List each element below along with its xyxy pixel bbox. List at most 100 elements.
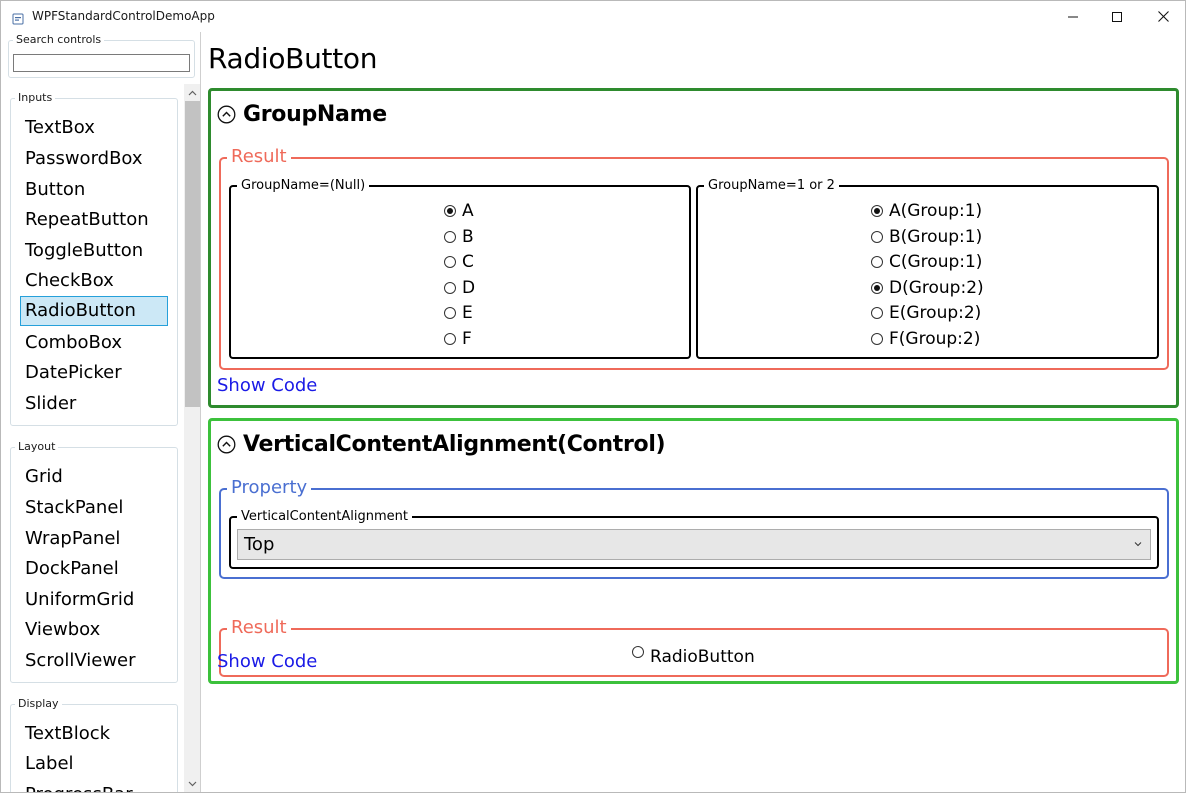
nav-item-textblock[interactable]: TextBlock [20,719,168,749]
vertical-content-alignment-combobox[interactable]: Top [237,529,1151,560]
collapse-icon[interactable] [217,435,236,454]
nav-item-combobox[interactable]: ComboBox [20,328,168,358]
scroll-up-button[interactable] [184,84,200,101]
radio-label: RadioButton [650,647,755,667]
title-bar[interactable]: WPFStandardControlDemoApp [1,1,1185,32]
nav-item-progressbar[interactable]: ProgressBar [20,780,168,792]
scroll-down-button[interactable] [184,775,200,792]
show-code-link[interactable]: Show Code [217,651,317,672]
navigation-pane: Search controls Inputs TextBox PasswordB… [1,32,201,792]
radio-label: D [462,278,476,298]
radio-indicator [444,231,456,243]
category-display: Display TextBlock Label ProgressBar [10,698,178,792]
section-header[interactable]: VerticalContentAlignment(Control) [217,432,666,457]
result-label: Result [227,617,291,639]
nav-item-scrollviewer[interactable]: ScrollViewer [20,646,168,676]
radio-indicator [871,307,883,319]
vertical-scrollbar[interactable] [184,84,200,792]
radio-label: B(Group:1) [889,227,983,247]
radio-indicator [444,307,456,319]
page-title: RadioButton [208,42,378,75]
radio-indicator [871,333,883,345]
collapse-icon[interactable] [217,105,236,124]
radio-indicator [444,205,456,217]
nav-item-passwordbox[interactable]: PasswordBox [20,144,168,174]
maximize-icon [1112,11,1122,22]
minimize-button[interactable] [1050,1,1096,32]
group-1-or-2-box: GroupName=1 or 2 A(Group:1) B(Group:1) C… [696,178,1159,359]
combobox-selected-value: Top [244,534,275,555]
group-null-box: GroupName=(Null) A B C D E F [229,178,691,359]
nav-item-stackpanel[interactable]: StackPanel [20,493,168,523]
radio-indicator [444,282,456,294]
nav-item-togglebutton[interactable]: ToggleButton [20,236,168,266]
nav-item-checkbox[interactable]: CheckBox [20,266,168,296]
radio-d-group2[interactable]: D(Group:2) [871,278,984,298]
nav-item-dockpanel[interactable]: DockPanel [20,554,168,584]
category-label: Inputs [15,92,56,104]
nav-item-radiobutton[interactable]: RadioButton [20,296,168,326]
result-box: Result GroupName=(Null) A B C D E F Grou… [219,146,1169,370]
radio-f[interactable]: F [444,329,472,349]
nav-item-textbox[interactable]: TextBox [20,113,168,143]
maximize-button[interactable] [1094,1,1140,32]
category-scroll-region[interactable]: Inputs TextBox PasswordBox Button Repeat… [1,84,200,792]
radio-label: E [462,303,473,323]
radio-indicator [444,256,456,268]
category-label: Display [15,698,62,710]
section-title: GroupName [243,102,387,127]
property-label: Property [227,477,312,499]
scrollbar-thumb[interactable] [185,101,200,407]
radio-b-group1[interactable]: B(Group:1) [871,227,982,247]
close-icon [1157,11,1169,22]
show-code-link[interactable]: Show Code [217,375,317,396]
vertical-content-alignment-label: VerticalContentAlignment [237,509,412,525]
radio-e-group2[interactable]: E(Group:2) [871,303,981,323]
radio-label: A [462,201,474,221]
vertical-content-alignment-box: VerticalContentAlignment Top [229,509,1159,569]
search-label: Search controls [13,34,105,46]
search-input[interactable] [13,54,190,72]
radio-a-group1[interactable]: A(Group:1) [871,201,982,221]
radio-label: F(Group:2) [889,329,981,349]
result-box: Result RadioButton [219,617,1169,677]
radio-b[interactable]: B [444,227,474,247]
nav-item-datepicker[interactable]: DatePicker [20,358,168,388]
radio-indicator [871,231,883,243]
section-header[interactable]: GroupName [217,102,387,127]
radio-label: D(Group:2) [889,278,984,298]
main-content: RadioButton GroupName Result GroupName=(… [202,32,1185,792]
property-box: Property VerticalContentAlignment Top [219,477,1169,579]
category-label: Layout [15,441,59,453]
radio-indicator [444,333,456,345]
radio-indicator [871,205,883,217]
radio-label: A(Group:1) [889,201,983,221]
radio-radiobutton[interactable]: RadioButton [632,644,755,667]
nav-item-button[interactable]: Button [20,175,168,205]
nav-item-viewbox[interactable]: Viewbox [20,615,168,645]
nav-item-label[interactable]: Label [20,749,168,779]
window-title: WPFStandardControlDemoApp [32,9,215,23]
radio-a[interactable]: A [444,201,474,221]
group-null-label: GroupName=(Null) [237,178,370,194]
nav-item-grid[interactable]: Grid [20,462,168,492]
radio-label: E(Group:2) [889,303,982,323]
radio-c-group1[interactable]: C(Group:1) [871,252,982,272]
radio-d[interactable]: D [444,278,475,298]
radio-c[interactable]: C [444,252,474,272]
nav-item-wrappanel[interactable]: WrapPanel [20,524,168,554]
nav-item-repeatbutton[interactable]: RepeatButton [20,205,168,235]
radio-e[interactable]: E [444,303,473,323]
chevron-down-icon [188,781,197,786]
section-vertical-content-alignment: VerticalContentAlignment(Control) Proper… [208,418,1179,684]
close-button[interactable] [1140,1,1185,32]
category-inputs: Inputs TextBox PasswordBox Button Repeat… [10,92,178,426]
radio-indicator [871,282,883,294]
radio-label: C [462,252,474,272]
result-label: Result [227,146,291,168]
nav-item-uniformgrid[interactable]: UniformGrid [20,585,168,615]
nav-item-slider[interactable]: Slider [20,389,168,419]
chevron-up-icon [188,90,197,95]
chevron-down-icon [1134,542,1142,547]
radio-f-group2[interactable]: F(Group:2) [871,329,980,349]
